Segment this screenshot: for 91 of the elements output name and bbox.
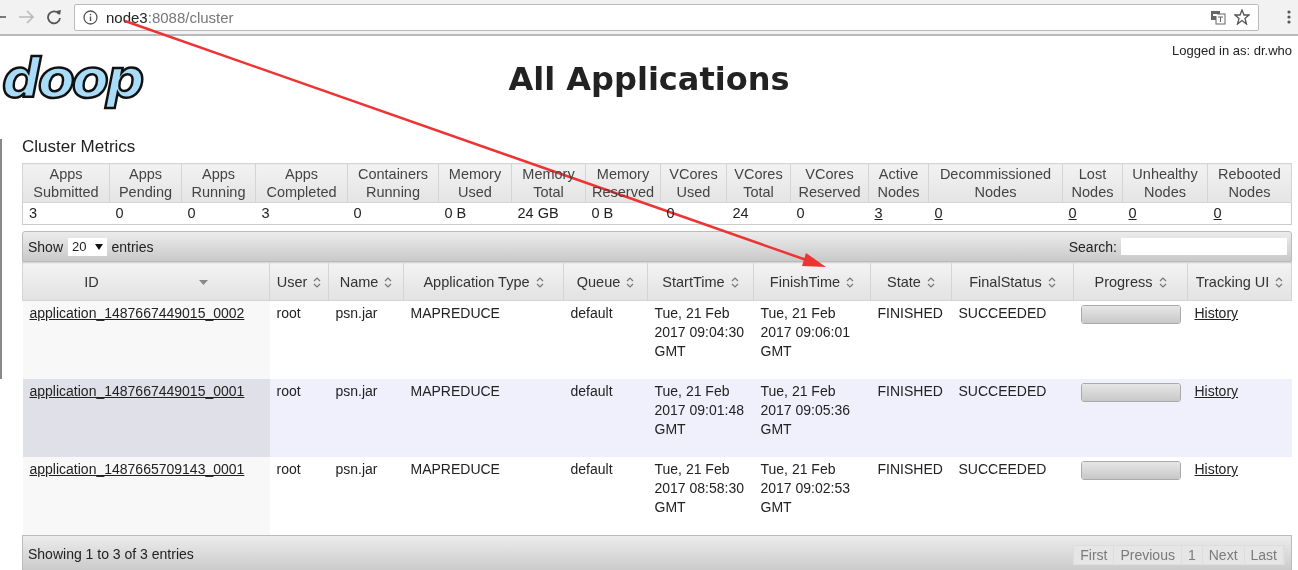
translate-icon[interactable] xyxy=(1210,9,1226,25)
menu-icon[interactable] xyxy=(1287,10,1291,24)
address-bar[interactable]: node3:8088/cluster xyxy=(74,3,1259,31)
table-cell: SUCCEEDED xyxy=(951,457,1074,535)
table-cell: psn.jar xyxy=(328,300,404,379)
table-cell: SUCCEEDED xyxy=(951,379,1074,457)
entries-label: entries xyxy=(111,238,154,255)
table-cell: root xyxy=(269,300,329,379)
column-header: Apps Submitted xyxy=(22,163,110,203)
metric-link[interactable]: 0 xyxy=(1068,205,1077,221)
column-header: Apps Running xyxy=(181,163,256,203)
login-status: Logged in as: dr.who xyxy=(1172,43,1292,58)
table-cell: default xyxy=(563,457,648,535)
column-header[interactable]: FinalStatus xyxy=(951,262,1074,301)
table-cell: Tue, 21 Feb 2017 09:06:01 GMT xyxy=(753,300,871,379)
column-header: VCores Used xyxy=(660,163,727,203)
table-cell: 0 xyxy=(790,202,869,225)
table-cell: 0 xyxy=(181,202,256,225)
section-title: Cluster Metrics xyxy=(22,137,136,157)
info-icon[interactable] xyxy=(83,9,98,25)
table-cell: MAPREDUCE xyxy=(403,457,564,535)
column-header[interactable]: User xyxy=(269,262,329,301)
column-header[interactable]: State xyxy=(870,262,952,301)
column-header[interactable]: Name xyxy=(328,262,404,301)
table-row[interactable]: application_1487665709143_0001 root psn.jar MAPREDUCE default Tue, 21 Feb 2017 08:58:30 GMT Tue, 21 Feb 2017 09:02:53 GMT FINISHED SUCCEEDED History xyxy=(22,457,1292,535)
column-header: VCores Total xyxy=(726,163,791,203)
column-header: Rebooted Nodes xyxy=(1207,163,1292,203)
column-header: Active Nodes xyxy=(868,163,929,203)
show-label: Show xyxy=(28,238,64,255)
dropdown-caret-icon xyxy=(94,243,103,250)
table-cell: 3 xyxy=(255,202,348,225)
history-link[interactable]: History xyxy=(1194,383,1239,399)
table-cell: psn.jar xyxy=(328,457,404,535)
star-icon[interactable] xyxy=(1234,9,1250,25)
table-info: Showing 1 to 3 of 3 entries xyxy=(28,546,194,562)
table-row[interactable]: application_1487667449015_0001 root psn.jar MAPREDUCE default Tue, 21 Feb 2017 09:01:48 GMT Tue, 21 Feb 2017 09:05:36 GMT FINISHED SUCCEEDED History xyxy=(22,379,1292,457)
column-header[interactable]: Progress xyxy=(1073,262,1188,301)
column-header[interactable]: Tracking UI xyxy=(1187,262,1292,301)
column-header[interactable]: StartTime xyxy=(647,262,754,301)
url-text: node3:8088/cluster xyxy=(106,8,234,26)
history-link[interactable]: History xyxy=(1194,305,1239,321)
metric-link[interactable]: 0 xyxy=(1213,205,1222,221)
column-header: Lost Nodes xyxy=(1062,163,1123,203)
search-label: Search: xyxy=(1068,238,1117,255)
table-cell: Tue, 21 Feb 2017 09:02:53 GMT xyxy=(753,457,871,535)
table-cell: 3 xyxy=(22,202,110,225)
table-cell: MAPREDUCE xyxy=(403,379,564,457)
application-link[interactable]: application_1487665709143_0001 xyxy=(29,461,245,477)
table-cell: default xyxy=(563,379,648,457)
application-link[interactable]: application_1487667449015_0001 xyxy=(29,383,245,399)
column-header: Decommissioned Nodes xyxy=(928,163,1063,203)
table-cell: FINISHED xyxy=(870,379,952,457)
column-header: Apps Completed xyxy=(255,163,348,203)
table-cell: 24 xyxy=(726,202,791,225)
table-cell: 24 GB xyxy=(511,202,586,225)
column-header[interactable]: FinishTime xyxy=(753,262,871,301)
table-cell: Tue, 21 Feb 2017 08:58:30 GMT xyxy=(647,457,754,535)
column-header: Containers Running xyxy=(347,163,439,203)
column-header: Unhealthy Nodes xyxy=(1122,163,1208,203)
column-header[interactable]: Queue xyxy=(563,262,648,301)
column-header: Apps Pending xyxy=(109,163,182,203)
table-row[interactable]: application_1487667449015_0002 root psn.jar MAPREDUCE default Tue, 21 Feb 2017 09:04:30 GMT Tue, 21 Feb 2017 09:06:01 GMT FINISHED SUCCEEDED History xyxy=(22,300,1292,379)
table-cell: FINISHED xyxy=(870,300,952,379)
table-cell: 0 B xyxy=(438,202,512,225)
table-cell: 0 xyxy=(347,202,439,225)
page-title: All Applications xyxy=(508,60,790,98)
table-cell: FINISHED xyxy=(870,457,952,535)
table-cell: SUCCEEDED xyxy=(951,300,1074,379)
table-cell: Tue, 21 Feb 2017 09:04:30 GMT xyxy=(647,300,754,379)
table-cell: root xyxy=(269,379,329,457)
column-header[interactable]: Application Type xyxy=(403,262,564,301)
metric-link[interactable]: 0 xyxy=(1128,205,1137,221)
metric-link[interactable]: 0 xyxy=(934,205,943,221)
column-header[interactable]: ID xyxy=(22,262,270,301)
table-cell: Tue, 21 Feb 2017 09:05:36 GMT xyxy=(753,379,871,457)
application-link[interactable]: application_1487667449015_0002 xyxy=(29,305,245,321)
column-header: Memory Used xyxy=(438,163,512,203)
table-cell: MAPREDUCE xyxy=(403,300,564,379)
column-header: VCores Reserved xyxy=(790,163,869,203)
logo: doop xyxy=(2,52,142,106)
reload-icon[interactable] xyxy=(46,9,62,25)
table-cell: Tue, 21 Feb 2017 09:01:48 GMT xyxy=(647,379,754,457)
table-cell: root xyxy=(269,457,329,535)
page-length-select[interactable]: 20 xyxy=(68,237,107,256)
history-link[interactable]: History xyxy=(1194,461,1239,477)
table-cell: default xyxy=(563,300,648,379)
table-cell: 0 xyxy=(109,202,182,225)
search-field[interactable] xyxy=(1121,238,1287,255)
metric-link[interactable]: 3 xyxy=(874,205,883,221)
table-cell: psn.jar xyxy=(328,379,404,457)
table-cell: 0 B xyxy=(585,202,661,225)
